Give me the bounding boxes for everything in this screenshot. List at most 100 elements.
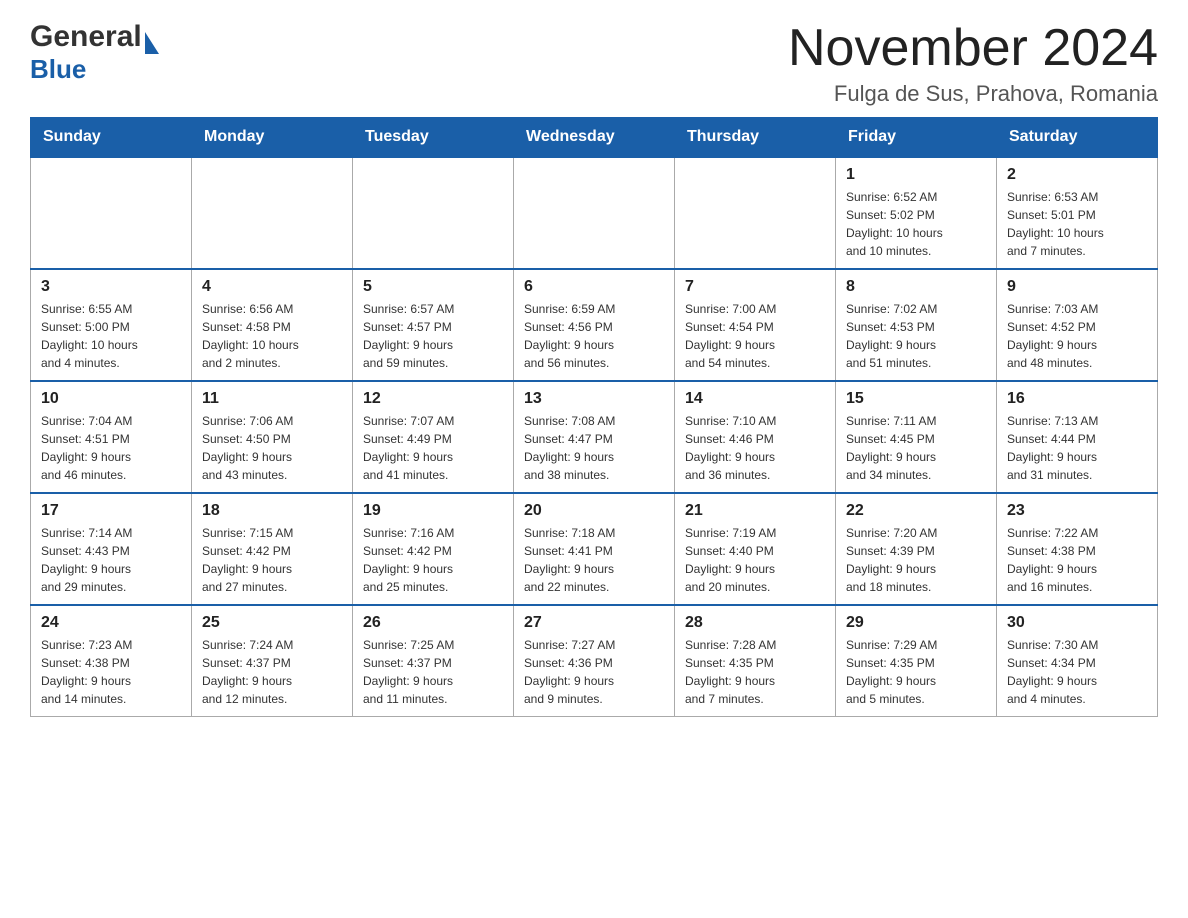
day-number: 3 xyxy=(41,278,181,296)
day-number: 17 xyxy=(41,502,181,520)
column-header-wednesday: Wednesday xyxy=(514,118,675,158)
day-info: Sunrise: 7:25 AM Sunset: 4:37 PM Dayligh… xyxy=(363,636,503,708)
day-info: Sunrise: 7:23 AM Sunset: 4:38 PM Dayligh… xyxy=(41,636,181,708)
day-info: Sunrise: 7:18 AM Sunset: 4:41 PM Dayligh… xyxy=(524,524,664,596)
calendar-cell: 19 Sunrise: 7:16 AM Sunset: 4:42 PM Dayli… xyxy=(353,493,514,605)
calendar-cell: 5Sunrise: 6:57 AM Sunset: 4:57 PM Daylig… xyxy=(353,269,514,381)
calendar-week-row: 3Sunrise: 6:55 AM Sunset: 5:00 PM Daylig… xyxy=(31,269,1158,381)
calendar-cell: 18 Sunrise: 7:15 AM Sunset: 4:42 PM Dayli… xyxy=(192,493,353,605)
calendar-subtitle: Fulga de Sus, Prahova, Romania xyxy=(788,81,1158,107)
day-number: 2 xyxy=(1007,166,1147,184)
day-info: Sunrise: 7:13 AM Sunset: 4:44 PM Dayligh… xyxy=(1007,412,1147,484)
day-number: 25 xyxy=(202,614,342,632)
day-info: Sunrise: 6:59 AM Sunset: 4:56 PM Dayligh… xyxy=(524,300,664,372)
calendar-cell: 4Sunrise: 6:56 AM Sunset: 4:58 PM Daylig… xyxy=(192,269,353,381)
title-block: November 2024 Fulga de Sus, Prahova, Rom… xyxy=(788,20,1158,107)
calendar-cell: 8 Sunrise: 7:02 AM Sunset: 4:53 PM Daylig… xyxy=(836,269,997,381)
calendar-cell: 10Sunrise: 7:04 AM Sunset: 4:51 PM Dayli… xyxy=(31,381,192,493)
column-header-sunday: Sunday xyxy=(31,118,192,158)
day-number: 15 xyxy=(846,390,986,408)
day-info: Sunrise: 7:02 AM Sunset: 4:53 PM Dayligh… xyxy=(846,300,986,372)
calendar-table: SundayMondayTuesdayWednesdayThursdayFrid… xyxy=(30,117,1158,717)
day-number: 28 xyxy=(685,614,825,632)
calendar-title: November 2024 xyxy=(788,20,1158,77)
day-info: Sunrise: 7:20 AM Sunset: 4:39 PM Dayligh… xyxy=(846,524,986,596)
calendar-week-row: 24 Sunrise: 7:23 AM Sunset: 4:38 PM Dayli… xyxy=(31,605,1158,717)
day-info: Sunrise: 7:22 AM Sunset: 4:38 PM Dayligh… xyxy=(1007,524,1147,596)
calendar-cell: 16Sunrise: 7:13 AM Sunset: 4:44 PM Dayli… xyxy=(997,381,1158,493)
calendar-cell: 27 Sunrise: 7:27 AM Sunset: 4:36 PM Dayli… xyxy=(514,605,675,717)
day-number: 27 xyxy=(524,614,664,632)
calendar-cell: 30 Sunrise: 7:30 AM Sunset: 4:34 PM Dayli… xyxy=(997,605,1158,717)
day-info: Sunrise: 7:14 AM Sunset: 4:43 PM Dayligh… xyxy=(41,524,181,596)
column-header-friday: Friday xyxy=(836,118,997,158)
logo-triangle-icon xyxy=(145,32,159,54)
day-number: 9 xyxy=(1007,278,1147,296)
day-number: 1 xyxy=(846,166,986,184)
day-info: Sunrise: 7:29 AM Sunset: 4:35 PM Dayligh… xyxy=(846,636,986,708)
day-info: Sunrise: 7:00 AM Sunset: 4:54 PM Dayligh… xyxy=(685,300,825,372)
day-info: Sunrise: 6:53 AM Sunset: 5:01 PM Dayligh… xyxy=(1007,188,1147,260)
day-number: 30 xyxy=(1007,614,1147,632)
calendar-cell: 29Sunrise: 7:29 AM Sunset: 4:35 PM Dayli… xyxy=(836,605,997,717)
day-info: Sunrise: 7:19 AM Sunset: 4:40 PM Dayligh… xyxy=(685,524,825,596)
column-header-saturday: Saturday xyxy=(997,118,1158,158)
calendar-cell: 25 Sunrise: 7:24 AM Sunset: 4:37 PM Dayli… xyxy=(192,605,353,717)
calendar-cell xyxy=(353,157,514,269)
day-info: Sunrise: 7:24 AM Sunset: 4:37 PM Dayligh… xyxy=(202,636,342,708)
calendar-cell: 15 Sunrise: 7:11 AM Sunset: 4:45 PM Dayli… xyxy=(836,381,997,493)
day-info: Sunrise: 7:16 AM Sunset: 4:42 PM Dayligh… xyxy=(363,524,503,596)
calendar-header-row: SundayMondayTuesdayWednesdayThursdayFrid… xyxy=(31,118,1158,158)
calendar-cell: 14 Sunrise: 7:10 AM Sunset: 4:46 PM Dayli… xyxy=(675,381,836,493)
day-number: 8 xyxy=(846,278,986,296)
day-info: Sunrise: 7:27 AM Sunset: 4:36 PM Dayligh… xyxy=(524,636,664,708)
day-number: 20 xyxy=(524,502,664,520)
day-number: 24 xyxy=(41,614,181,632)
calendar-week-row: 10Sunrise: 7:04 AM Sunset: 4:51 PM Dayli… xyxy=(31,381,1158,493)
calendar-cell xyxy=(192,157,353,269)
logo-blue-text: Blue xyxy=(30,54,86,84)
day-info: Sunrise: 7:11 AM Sunset: 4:45 PM Dayligh… xyxy=(846,412,986,484)
logo: General Blue xyxy=(30,20,159,85)
column-header-thursday: Thursday xyxy=(675,118,836,158)
calendar-cell: 26 Sunrise: 7:25 AM Sunset: 4:37 PM Dayli… xyxy=(353,605,514,717)
day-number: 12 xyxy=(363,390,503,408)
day-info: Sunrise: 7:28 AM Sunset: 4:35 PM Dayligh… xyxy=(685,636,825,708)
calendar-cell: 9Sunrise: 7:03 AM Sunset: 4:52 PM Daylig… xyxy=(997,269,1158,381)
calendar-cell: 20 Sunrise: 7:18 AM Sunset: 4:41 PM Dayli… xyxy=(514,493,675,605)
calendar-cell xyxy=(514,157,675,269)
calendar-cell: 11Sunrise: 7:06 AM Sunset: 4:50 PM Dayli… xyxy=(192,381,353,493)
calendar-cell: 1 Sunrise: 6:52 AM Sunset: 5:02 PM Daylig… xyxy=(836,157,997,269)
day-info: Sunrise: 7:30 AM Sunset: 4:34 PM Dayligh… xyxy=(1007,636,1147,708)
day-number: 19 xyxy=(363,502,503,520)
day-info: Sunrise: 7:15 AM Sunset: 4:42 PM Dayligh… xyxy=(202,524,342,596)
day-number: 14 xyxy=(685,390,825,408)
calendar-cell: 21 Sunrise: 7:19 AM Sunset: 4:40 PM Dayli… xyxy=(675,493,836,605)
calendar-cell: 22 Sunrise: 7:20 AM Sunset: 4:39 PM Dayli… xyxy=(836,493,997,605)
day-info: Sunrise: 7:07 AM Sunset: 4:49 PM Dayligh… xyxy=(363,412,503,484)
day-info: Sunrise: 6:52 AM Sunset: 5:02 PM Dayligh… xyxy=(846,188,986,260)
calendar-cell xyxy=(675,157,836,269)
day-number: 26 xyxy=(363,614,503,632)
day-number: 21 xyxy=(685,502,825,520)
day-number: 22 xyxy=(846,502,986,520)
calendar-cell: 3Sunrise: 6:55 AM Sunset: 5:00 PM Daylig… xyxy=(31,269,192,381)
page-header: General Blue November 2024 Fulga de Sus,… xyxy=(30,20,1158,107)
calendar-cell: 28 Sunrise: 7:28 AM Sunset: 4:35 PM Dayli… xyxy=(675,605,836,717)
calendar-cell: 7 Sunrise: 7:00 AM Sunset: 4:54 PM Daylig… xyxy=(675,269,836,381)
calendar-cell: 6 Sunrise: 6:59 AM Sunset: 4:56 PM Daylig… xyxy=(514,269,675,381)
calendar-week-row: 1 Sunrise: 6:52 AM Sunset: 5:02 PM Daylig… xyxy=(31,157,1158,269)
day-info: Sunrise: 7:10 AM Sunset: 4:46 PM Dayligh… xyxy=(685,412,825,484)
calendar-cell: 17 Sunrise: 7:14 AM Sunset: 4:43 PM Dayli… xyxy=(31,493,192,605)
calendar-cell: 13Sunrise: 7:08 AM Sunset: 4:47 PM Dayli… xyxy=(514,381,675,493)
day-number: 4 xyxy=(202,278,342,296)
day-number: 6 xyxy=(524,278,664,296)
calendar-cell xyxy=(31,157,192,269)
day-number: 13 xyxy=(524,390,664,408)
calendar-cell: 12 Sunrise: 7:07 AM Sunset: 4:49 PM Dayli… xyxy=(353,381,514,493)
column-header-monday: Monday xyxy=(192,118,353,158)
day-number: 10 xyxy=(41,390,181,408)
logo-general-text: General xyxy=(30,20,142,54)
day-number: 7 xyxy=(685,278,825,296)
day-number: 18 xyxy=(202,502,342,520)
